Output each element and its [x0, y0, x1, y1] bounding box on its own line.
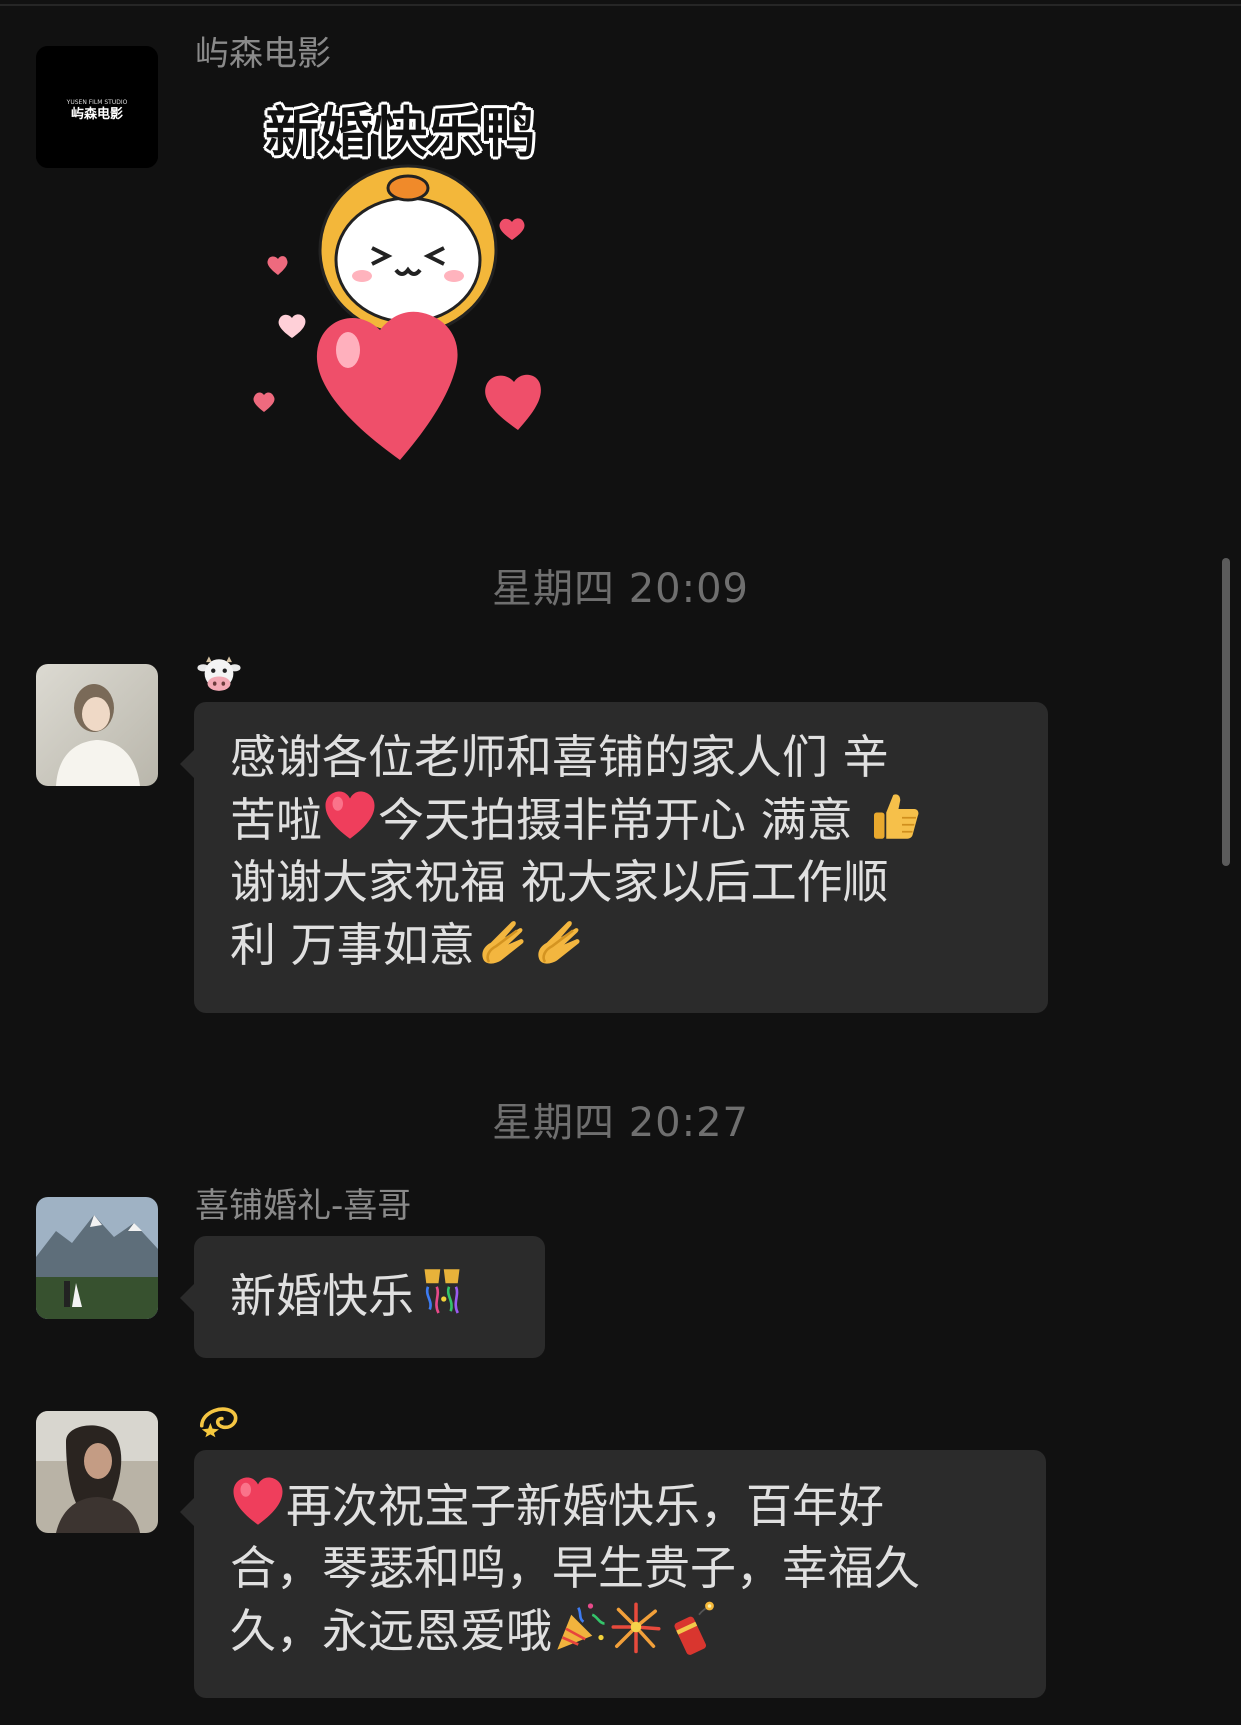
timestamp: 星期四 20:09 — [492, 566, 749, 612]
message-bubble[interactable]: 再次祝宝子新婚快乐，百年好 合，琴瑟和鸣，早生贵子，幸福久 久，永远恩爱哦 — [180, 1450, 1046, 1698]
red-heart-icon — [322, 788, 378, 844]
duck-heart-sticker-icon — [253, 164, 541, 460]
cow-face-icon — [196, 652, 242, 698]
clapping-hands-icon — [475, 913, 531, 969]
clapping-hands-icon — [531, 913, 587, 969]
message-line: 今天拍摄非常开心 满意 — [378, 793, 868, 847]
logo-main-text: 屿森电影 — [71, 106, 123, 122]
dizzy-icon — [196, 1397, 242, 1443]
message-text: 新婚快乐 — [230, 1269, 414, 1323]
avatar[interactable] — [36, 664, 158, 786]
message-line: 利 万事如意 — [230, 918, 475, 972]
firecracker-icon — [664, 1599, 720, 1655]
party-popper-icon — [552, 1599, 608, 1655]
scrollbar[interactable] — [1222, 558, 1230, 866]
fireworks-icon — [608, 1599, 664, 1655]
message-line: 苦啦 — [230, 793, 322, 847]
message-line: 合，琴瑟和鸣，早生贵子，幸福久 — [230, 1541, 920, 1595]
studio-logo-icon: YUSEN FILM STUDIO 屿森电影 — [36, 46, 158, 168]
message-line: 久，永远恩爱哦 — [230, 1604, 552, 1658]
timestamp: 星期四 20:27 — [492, 1100, 749, 1146]
woman-portrait-icon — [36, 1411, 158, 1533]
confetti-ball-icon — [414, 1264, 470, 1320]
message-line: 谢谢大家祝福 祝大家以后工作顺 — [230, 855, 889, 909]
bride-portrait-icon — [36, 664, 158, 786]
sender-name: 屿森电影 — [195, 34, 331, 74]
message-line: 感谢各位老师和喜铺的家人们 辛 — [230, 730, 889, 784]
message-line: 再次祝宝子新婚快乐，百年好 — [286, 1479, 884, 1533]
sticker-caption: 新婚快乐鸭 — [265, 101, 535, 164]
red-heart-icon — [230, 1474, 286, 1530]
logo-small-text: YUSEN FILM STUDIO — [66, 99, 128, 106]
sticker[interactable]: 新婚快乐鸭 — [250, 80, 590, 480]
avatar[interactable] — [36, 1197, 158, 1319]
avatar[interactable]: YUSEN FILM STUDIO 屿森电影 — [36, 46, 158, 168]
thumbs-up-icon — [867, 788, 923, 844]
avatar[interactable] — [36, 1411, 158, 1533]
sender-name: 喜铺婚礼-喜哥 — [195, 1186, 412, 1226]
mountain-couple-icon — [36, 1197, 158, 1319]
top-divider — [0, 4, 1241, 6]
message-bubble[interactable]: 感谢各位老师和喜铺的家人们 辛 苦啦 今天拍摄非常开心 满意 谢谢大家祝福 祝大家… — [180, 702, 1048, 1013]
message-bubble[interactable]: 新婚快乐 — [180, 1236, 545, 1358]
